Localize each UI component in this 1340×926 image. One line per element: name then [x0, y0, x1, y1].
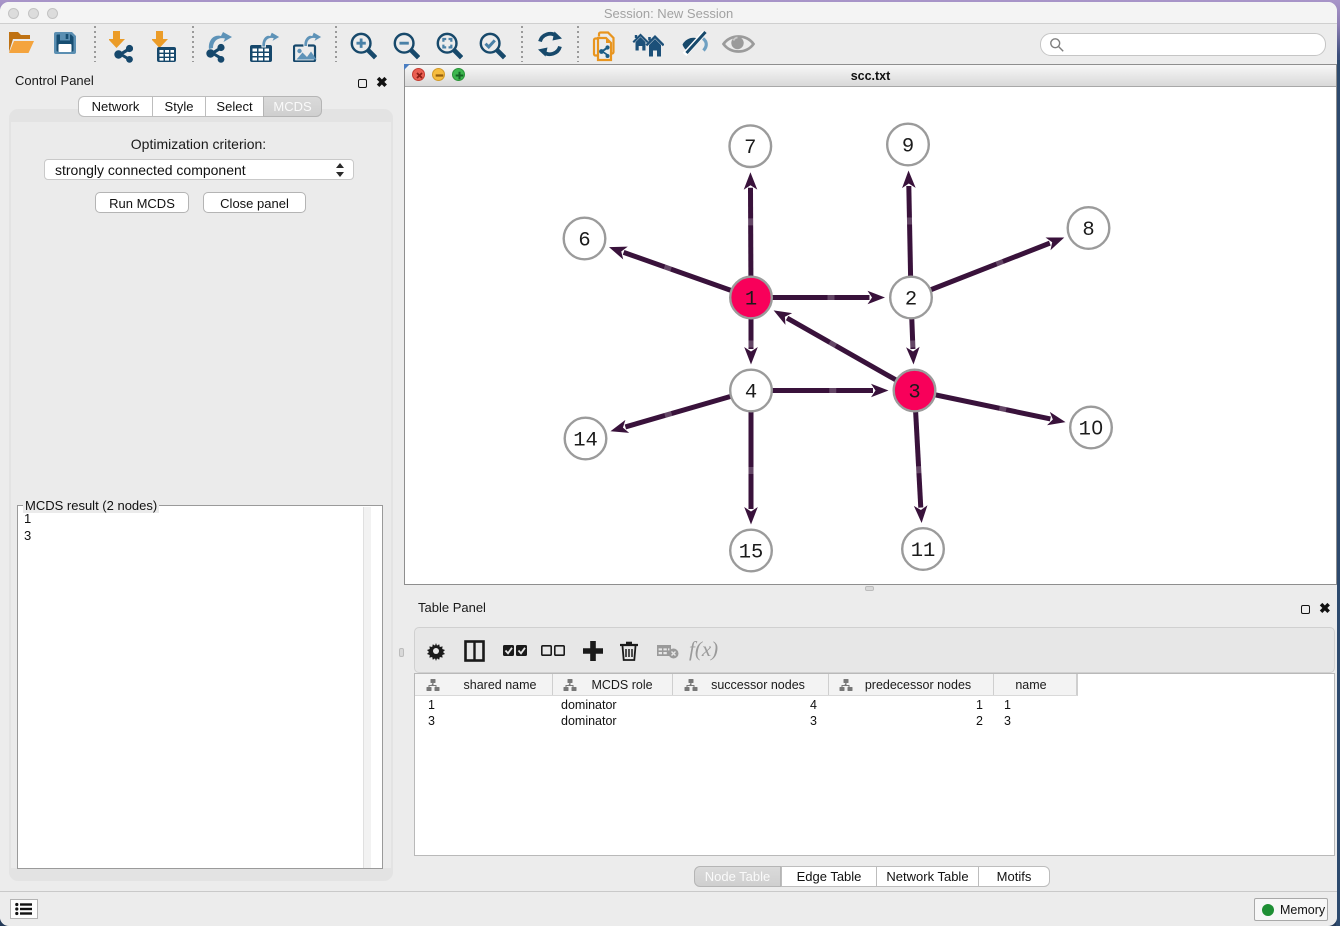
svg-text:1: 1 [745, 289, 757, 312]
svg-text:6: 6 [578, 230, 590, 253]
svg-text:3: 3 [908, 382, 920, 405]
svg-text:15: 15 [739, 542, 764, 565]
svg-text:8: 8 [1082, 219, 1094, 242]
svg-text:4: 4 [745, 382, 757, 405]
svg-text:9: 9 [902, 136, 914, 159]
svg-text:11: 11 [911, 540, 936, 563]
svg-text:2: 2 [905, 289, 917, 312]
svg-text:1: 1 [1079, 419, 1091, 442]
svg-text:0: 0 [1091, 417, 1102, 440]
svg-text:14: 14 [573, 430, 598, 453]
svg-text:7: 7 [744, 137, 756, 160]
